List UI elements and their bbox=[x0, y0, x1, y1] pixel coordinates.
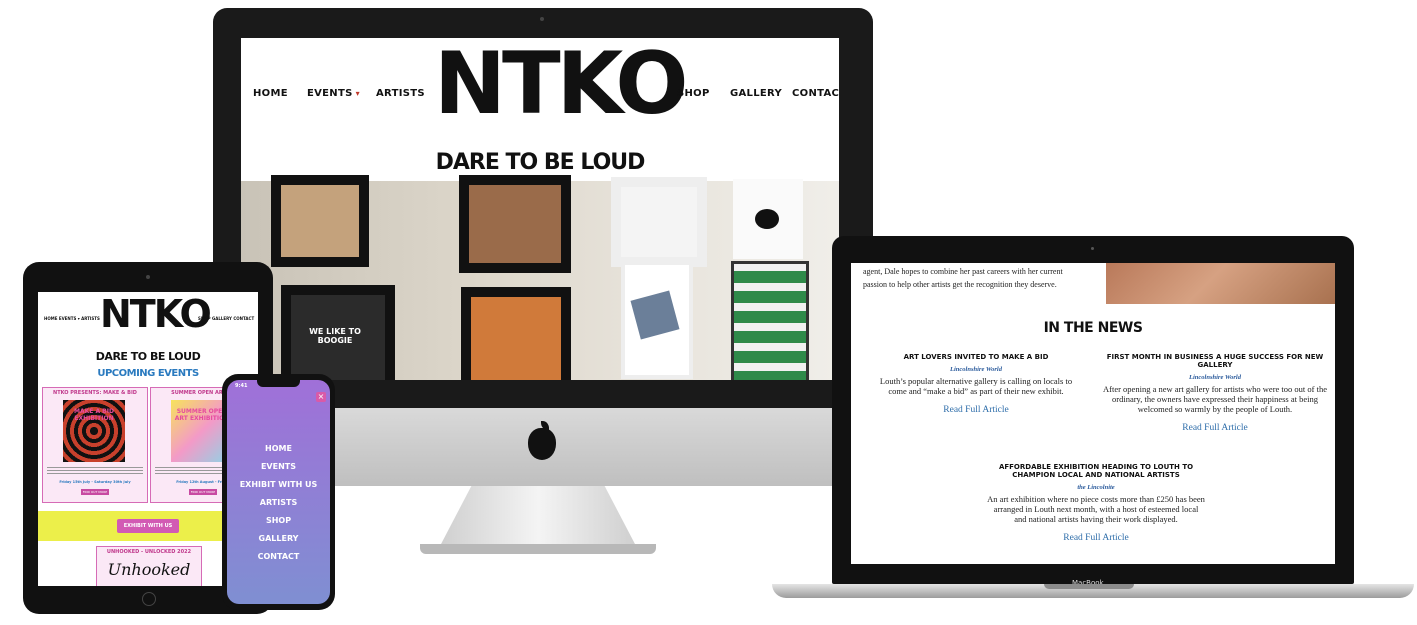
event-card[interactable]: NTKO PRESENTS: MAKE & BID MAKE A BID EXH… bbox=[42, 387, 148, 503]
pistol-art bbox=[630, 290, 680, 340]
tablet-nav-left[interactable]: HOME EVENTS ▾ ARTISTS bbox=[44, 316, 100, 321]
article-title: AFFORDABLE EXHIBITION HEADING TO LOUTH T… bbox=[998, 463, 1194, 479]
event-poster: MAKE A BID EXHIBITION bbox=[63, 400, 125, 462]
menu-item-exhibit-with-us[interactable]: EXHIBIT WITH US bbox=[227, 480, 330, 489]
article-source: the Lincolnite bbox=[1077, 484, 1115, 491]
nav-contact-link[interactable]: CONTACT bbox=[792, 88, 839, 99]
nav-artists-link[interactable]: ARTISTS bbox=[376, 88, 425, 99]
intro-line: agent, Dale hopes to combine her past ca… bbox=[863, 267, 1063, 276]
artwork-frame bbox=[271, 175, 369, 267]
artwork-frame bbox=[611, 177, 707, 267]
event-date: Friday 15th July - Saturday 30th July bbox=[59, 480, 131, 484]
news-section-title: IN THE NEWS bbox=[1043, 320, 1143, 336]
apple-logo-icon bbox=[528, 428, 556, 460]
tablet-home-button[interactable] bbox=[142, 592, 156, 606]
laptop-camera bbox=[1091, 247, 1094, 250]
imac-stand bbox=[440, 486, 636, 546]
event-card-title: NTKO PRESENTS: MAKE & BID bbox=[53, 390, 137, 396]
laptop-notch bbox=[1044, 584, 1134, 589]
imac-base bbox=[420, 544, 656, 554]
read-full-article-link[interactable]: Read Full Article bbox=[871, 405, 1081, 415]
nav-gallery-link[interactable]: GALLERY bbox=[730, 88, 782, 99]
tablet-camera bbox=[146, 275, 150, 279]
artwork-caption: WE LIKE TO BOOGIE bbox=[309, 327, 361, 345]
menu-item-shop[interactable]: SHOP bbox=[227, 516, 330, 525]
status-bar-time: 9:41 bbox=[235, 383, 248, 389]
intro-text: agent, Dale hopes to combine her past ca… bbox=[863, 265, 1103, 291]
read-full-article-link[interactable]: Read Full Article bbox=[1101, 423, 1329, 433]
mouse-ears-icon bbox=[755, 209, 779, 229]
menu-item-gallery[interactable]: GALLERY bbox=[227, 534, 330, 543]
site-logo[interactable]: NTKO bbox=[434, 38, 689, 134]
news-article: AFFORDABLE EXHIBITION HEADING TO LOUTH T… bbox=[987, 463, 1205, 543]
menu-item-home[interactable]: HOME bbox=[227, 444, 330, 453]
nav-shop-link[interactable]: SHOP bbox=[677, 88, 710, 99]
unhooked-card[interactable]: UNHOOKED - UNLOCKED 2022 Unhooked bbox=[96, 546, 202, 586]
tablet-nav-right[interactable]: SHOP GALLERY CONTACT bbox=[198, 316, 254, 321]
article-source: Lincolnshire World bbox=[950, 366, 1002, 373]
unhooked-title: UNHOOKED - UNLOCKED 2022 bbox=[106, 549, 192, 555]
read-full-article-link[interactable]: Read Full Article bbox=[987, 533, 1205, 543]
article-summary: Louth’s popular alternative gallery is c… bbox=[879, 376, 1073, 397]
intro-line: passion to help other artists get the re… bbox=[863, 280, 1057, 289]
artwork-frame bbox=[461, 287, 571, 380]
nav-events-link[interactable]: EVENTS ▾ bbox=[307, 88, 360, 99]
news-article: FIRST MONTH IN BUSINESS A HUGE SUCCESS F… bbox=[1101, 353, 1329, 433]
event-description-lines bbox=[47, 466, 143, 474]
page-slogan: DARE TO BE LOUD bbox=[435, 150, 646, 175]
artwork-frame bbox=[459, 175, 571, 273]
article-source: Lincolnshire World bbox=[1189, 374, 1241, 381]
news-article: ART LOVERS INVITED TO MAKE A BID Lincoln… bbox=[871, 353, 1081, 415]
article-title: FIRST MONTH IN BUSINESS A HUGE SUCCESS F… bbox=[1106, 353, 1324, 369]
tablet-slogan: DARE TO BE LOUD bbox=[95, 350, 201, 363]
brick-photo bbox=[1106, 263, 1335, 304]
article-title: ART LOVERS INVITED TO MAKE A BID bbox=[903, 353, 1049, 361]
laptop-screen: agent, Dale hopes to combine her past ca… bbox=[851, 263, 1335, 564]
imac-screen: HOME EVENTS ▾ ARTISTS NTKO SHOP GALLERY C… bbox=[241, 38, 839, 380]
hero-gallery-photo: WE LIKE TO BOOGIE bbox=[241, 175, 839, 380]
imac-camera bbox=[540, 17, 544, 21]
tablet-logo[interactable]: NTKO bbox=[100, 292, 212, 336]
artwork-frame: WE LIKE TO BOOGIE bbox=[281, 285, 395, 380]
find-out-more-button[interactable]: FIND OUT MORE bbox=[81, 489, 109, 495]
article-summary: An art exhibition where no piece costs m… bbox=[987, 494, 1205, 525]
nav-home-link[interactable]: HOME bbox=[253, 88, 288, 99]
chevron-down-icon: ▾ bbox=[355, 89, 360, 98]
find-out-more-button[interactable]: FIND OUT MORE bbox=[189, 489, 217, 495]
menu-item-events[interactable]: EVENTS bbox=[227, 462, 330, 471]
article-summary: After opening a new art gallery for arti… bbox=[1103, 384, 1327, 415]
exhibit-with-us-button[interactable]: EXHIBIT WITH US bbox=[117, 519, 179, 533]
close-icon[interactable]: × bbox=[316, 392, 326, 402]
artwork-frame bbox=[733, 179, 803, 259]
artwork-frame bbox=[731, 261, 809, 380]
unhooked-logo: Unhooked bbox=[107, 560, 191, 579]
nav-events-label: EVENTS bbox=[307, 88, 353, 99]
poster-text: MAKE A BID EXHIBITION bbox=[74, 408, 114, 422]
menu-item-artists[interactable]: ARTISTS bbox=[227, 498, 330, 507]
phone-notch bbox=[257, 380, 300, 387]
upcoming-events-title: UPCOMING EVENTS bbox=[97, 368, 199, 379]
menu-item-contact[interactable]: CONTACT bbox=[227, 552, 330, 561]
phone-screen: 9:41 × HOME EVENTS EXHIBIT WITH US ARTIS… bbox=[227, 380, 330, 604]
artwork-frame bbox=[621, 261, 693, 379]
